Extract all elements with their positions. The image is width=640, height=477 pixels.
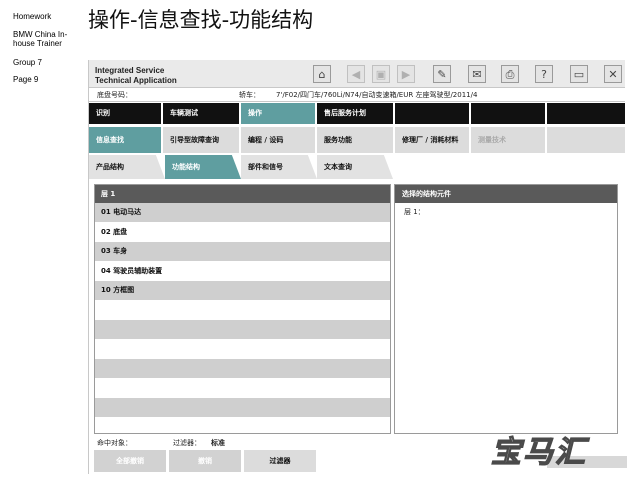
empty-row xyxy=(95,417,390,433)
course-label: BMW China In-house Trainer xyxy=(13,30,68,48)
list-item[interactable]: 10 方框图 xyxy=(95,281,390,301)
tab-text-search[interactable]: 文本查询 xyxy=(317,155,393,179)
vehicle-info-line: 底盘号码： 轿车： 7'/F02/四门车/760Li/N74/自动变速箱/EUR… xyxy=(89,88,625,102)
empty-row xyxy=(95,378,390,398)
tab-empty-1 xyxy=(395,103,469,124)
tab-operation[interactable]: 操作 xyxy=(241,103,315,124)
list-item[interactable]: 01 电动马达 xyxy=(95,203,390,223)
group-label: Group 7 xyxy=(13,58,42,67)
vehicle-value: 7'/F02/四门车/760Li/N74/自动变速箱/EUR 左座驾驶型/201… xyxy=(276,91,478,99)
list-item[interactable]: 04 驾驶员辅助装置 xyxy=(95,261,390,281)
slide-title: 操作-信息查找-功能结构 xyxy=(88,8,314,32)
tab-empty-sub xyxy=(547,127,625,153)
empty-row xyxy=(95,359,390,379)
selected-elements-header: 选择的结构元件 xyxy=(395,185,617,203)
level-header: 层 1 xyxy=(95,185,390,203)
app-name: Integrated Service Technical Application xyxy=(95,66,177,86)
structure-tabs: 产品结构 功能结构 部件和信号 文本查询 xyxy=(89,155,625,179)
tab-guided-troubleshooting[interactable]: 引导型故障查询 xyxy=(163,127,239,153)
tab-vehicle-test[interactable]: 车辆测试 xyxy=(163,103,239,124)
tab-workshop-consumables[interactable]: 修理厂 / 消耗材料 xyxy=(395,127,469,153)
filter-label: 过滤器： xyxy=(173,439,201,447)
watermark-text: 宝马汇 xyxy=(491,435,590,468)
tab-info-search[interactable]: 信息查找 xyxy=(89,127,161,153)
print-icon[interactable]: ⎙ xyxy=(501,65,519,83)
hits-label: 命中对象： xyxy=(97,439,132,447)
app-name-line2: Technical Application xyxy=(95,76,177,85)
app-header: Integrated Service Technical Application… xyxy=(89,60,625,88)
home-icon[interactable]: ⌂ xyxy=(313,65,331,83)
empty-row xyxy=(95,339,390,359)
main-tabs: 识别 车辆测试 操作 售后服务计划 xyxy=(89,103,625,124)
empty-row xyxy=(95,300,390,320)
tab-empty-3 xyxy=(547,103,625,124)
tab-empty-2 xyxy=(471,103,545,124)
tab-programming-coding[interactable]: 编程 / 设码 xyxy=(241,127,315,153)
sub-tabs: 信息查找 引导型故障查询 编程 / 设码 服务功能 修理厂 / 消耗材料 测量技… xyxy=(89,127,625,153)
wrench-icon[interactable]: ✎ xyxy=(433,65,451,83)
app-name-line1: Integrated Service xyxy=(95,66,165,75)
history-icon[interactable]: ▣ xyxy=(372,65,390,83)
empty-row xyxy=(95,320,390,340)
page-number: Page 9 xyxy=(13,75,39,84)
forward-icon[interactable]: ▶ xyxy=(397,65,415,83)
mail-icon[interactable]: ✉ xyxy=(468,65,486,83)
back-icon[interactable]: ◀ xyxy=(347,65,365,83)
filter-button[interactable]: 过滤器 xyxy=(244,450,316,472)
close-icon[interactable]: ✕ xyxy=(604,65,622,83)
watermark-logo: 宝马汇 xyxy=(490,434,627,468)
empty-row xyxy=(95,398,390,418)
chassis-number-label: 底盘号码： xyxy=(97,91,132,99)
tab-components-signals[interactable]: 部件和信号 xyxy=(241,155,317,179)
selected-level-label: 层 1： xyxy=(404,208,425,216)
tab-service-plan[interactable]: 售后服务计划 xyxy=(317,103,393,124)
ista-window: Integrated Service Technical Application… xyxy=(88,60,625,474)
homework-label: Homework xyxy=(13,12,52,21)
undo-all-button[interactable]: 全部撤销 xyxy=(94,450,166,472)
tab-identification[interactable]: 识别 xyxy=(89,103,161,124)
tab-product-structure[interactable]: 产品结构 xyxy=(89,155,165,179)
tab-service-functions[interactable]: 服务功能 xyxy=(317,127,393,153)
vehicle-label: 轿车： xyxy=(239,91,260,99)
selected-elements-panel: 选择的结构元件 层 1： xyxy=(394,184,618,434)
list-item[interactable]: 03 车身 xyxy=(95,242,390,262)
list-item[interactable]: 02 底盘 xyxy=(95,222,390,242)
filter-value: 标准 xyxy=(211,439,225,447)
undo-button[interactable]: 撤销 xyxy=(169,450,241,472)
structure-list-panel: 层 1 01 电动马达 02 底盘 03 车身 04 驾驶员辅助装置 10 方框… xyxy=(94,184,391,434)
tab-measurement-technology[interactable]: 测量技术 xyxy=(471,127,545,153)
help-icon[interactable]: ? xyxy=(535,65,553,83)
minimize-icon[interactable]: ▭ xyxy=(570,65,588,83)
tab-function-structure[interactable]: 功能结构 xyxy=(165,155,241,179)
